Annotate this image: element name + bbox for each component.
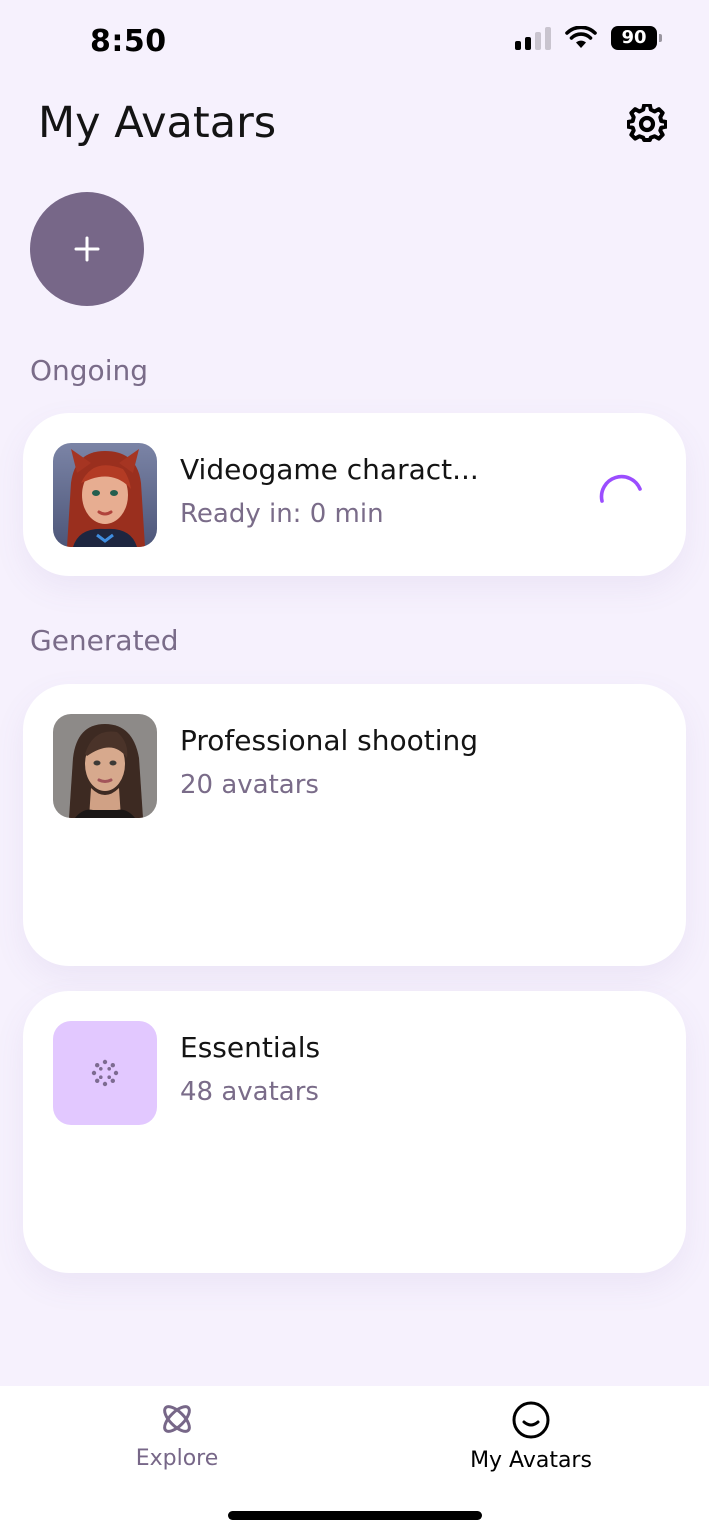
- signal-icon: [515, 26, 551, 50]
- loading-dots-icon: [91, 1059, 119, 1087]
- gear-icon: [627, 104, 667, 142]
- card-title: Professional shooting: [180, 724, 479, 757]
- nav-label-explore: Explore: [135, 1446, 219, 1471]
- home-indicator: [228, 1511, 482, 1520]
- videogame-character-thumbnail: [53, 443, 157, 547]
- card-subtitle: 48 avatars: [180, 1077, 319, 1107]
- page-title: My Avatars: [38, 98, 277, 148]
- settings-button[interactable]: [625, 102, 669, 146]
- nav-item-explore[interactable]: Explore: [67, 1400, 287, 1471]
- generated-avatar-card[interactable]: Essentials 48 avatars: [23, 991, 686, 1273]
- loading-spinner-icon: [599, 474, 642, 503]
- generated-avatar-card[interactable]: Professional shooting 20 avatars: [23, 684, 686, 966]
- wifi-icon: [565, 26, 597, 48]
- section-label-generated: Generated: [30, 624, 179, 657]
- battery-icon: 90: [611, 26, 662, 50]
- atom-icon: [163, 1405, 191, 1433]
- card-subtitle: Ready in: 0 min: [180, 499, 384, 529]
- ongoing-avatar-card[interactable]: Videogame charact... Ready in: 0 min: [23, 413, 686, 576]
- essentials-thumbnail: [53, 1021, 157, 1125]
- my-avatars-screen: 8:50 90 My Avatars Ongoing Videogame cha…: [0, 0, 709, 1536]
- battery-level: 90: [621, 27, 647, 48]
- bottom-nav: Explore My Avatars: [0, 1386, 709, 1536]
- plus-icon: [74, 236, 100, 262]
- section-label-ongoing: Ongoing: [30, 354, 148, 387]
- status-time: 8:50: [90, 24, 167, 59]
- card-title: Essentials: [180, 1031, 321, 1064]
- card-title: Videogame charact...: [180, 453, 479, 486]
- add-avatar-button[interactable]: [30, 192, 144, 306]
- status-icons: 90: [515, 26, 662, 50]
- card-subtitle: 20 avatars: [180, 770, 319, 800]
- nav-item-my-avatars[interactable]: My Avatars: [421, 1400, 641, 1473]
- professional-shooting-thumbnail: [53, 714, 157, 818]
- nav-label-my-avatars: My Avatars: [470, 1448, 592, 1473]
- smiley-icon: [512, 1401, 550, 1439]
